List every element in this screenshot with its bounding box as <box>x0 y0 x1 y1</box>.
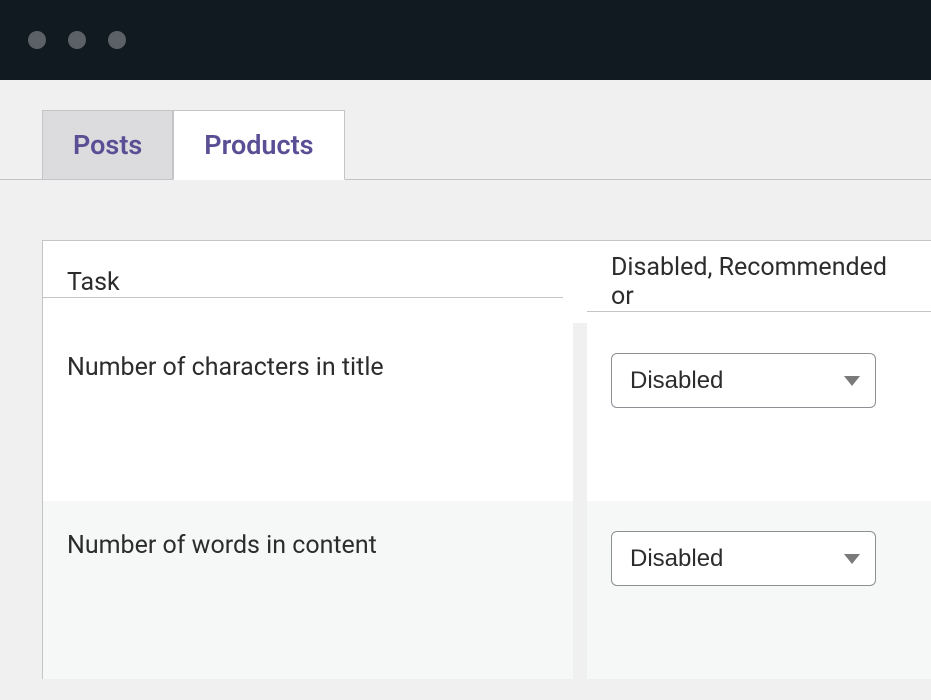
table-row: Number of words in content DisabledRecom… <box>43 501 931 679</box>
state-cell: DisabledRecommendedRequired <box>587 323 931 501</box>
state-select[interactable]: DisabledRecommendedRequired <box>611 353 876 408</box>
window-close-dot[interactable] <box>28 31 46 49</box>
state-select-wrap: DisabledRecommendedRequired <box>611 353 876 408</box>
content-area: Posts Products Task Disabled, Recommende… <box>0 80 931 679</box>
window-minimize-dot[interactable] <box>68 31 86 49</box>
task-cell: Number of words in content <box>43 501 573 679</box>
table-row: Number of characters in title DisabledRe… <box>43 323 931 501</box>
window-titlebar <box>0 0 931 80</box>
column-header-task: Task <box>43 268 573 297</box>
column-gap <box>573 501 587 679</box>
state-select-wrap: DisabledRecommendedRequired <box>611 531 876 586</box>
table-header-row: Task Disabled, Recommended or <box>43 241 931 323</box>
tab-posts[interactable]: Posts <box>42 110 173 180</box>
tab-posts-label: Posts <box>73 129 142 161</box>
column-header-state: Disabled, Recommended or <box>587 253 931 311</box>
task-cell: Number of characters in title <box>43 323 573 501</box>
settings-table: Task Disabled, Recommended or Number of … <box>42 240 931 679</box>
tabs-container: Posts Products <box>0 80 931 180</box>
column-gap <box>573 323 587 501</box>
tab-products-label: Products <box>204 129 313 161</box>
tab-products[interactable]: Products <box>173 110 344 180</box>
state-cell: DisabledRecommendedRequired <box>587 501 931 679</box>
state-select[interactable]: DisabledRecommendedRequired <box>611 531 876 586</box>
tabs: Posts Products <box>42 108 931 179</box>
window-zoom-dot[interactable] <box>108 31 126 49</box>
